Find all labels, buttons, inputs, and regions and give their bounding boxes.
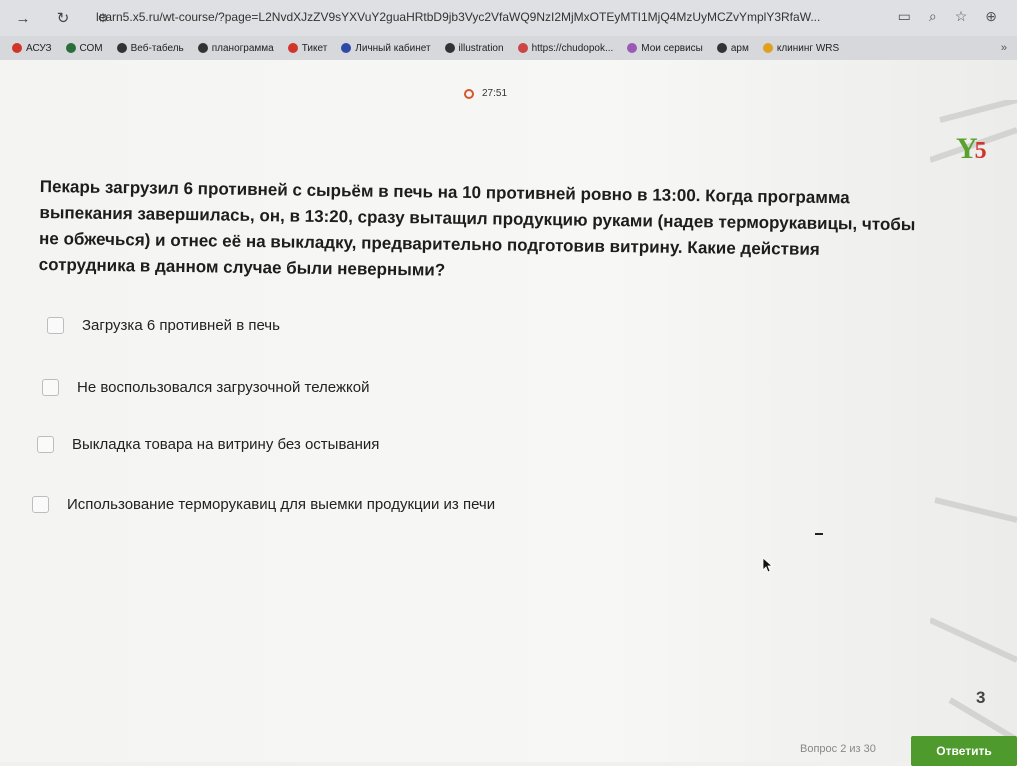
- timer-value: 27:51: [482, 88, 508, 99]
- bookmark-favicon-icon: [65, 43, 76, 53]
- bookmark-item[interactable]: Веб-табель: [116, 42, 184, 54]
- checkbox[interactable]: [32, 496, 49, 513]
- bookmark-favicon-icon: [197, 43, 208, 53]
- stray-mark: [815, 533, 823, 535]
- forward-icon[interactable]: →: [10, 5, 36, 31]
- bookmark-label: Мои сервисы: [641, 42, 703, 54]
- option-label: Использование терморукавиц для выемки пр…: [67, 496, 496, 513]
- question-progress: Вопрос 2 из 30: [800, 743, 876, 755]
- bookmark-favicon-icon: [116, 43, 127, 53]
- bookmark-item[interactable]: Тикет: [287, 42, 328, 54]
- answer-option-4[interactable]: Использование терморукавиц для выемки пр…: [32, 496, 495, 513]
- bookmark-label: СОМ: [79, 42, 103, 54]
- bookmark-item[interactable]: https://chudopok...: [517, 42, 614, 54]
- bookmark-item[interactable]: Мои сервисы: [627, 43, 703, 54]
- answer-option-1[interactable]: Загрузка 6 противней в печь: [47, 317, 280, 334]
- address-bar[interactable]: learn5.x5.ru/wt-course/?page=L2NvdXJzZV9…: [96, 10, 876, 24]
- bookmark-favicon-icon: [716, 43, 727, 53]
- answer-option-2[interactable]: Не воспользовался загрузочной тележкой: [42, 379, 369, 396]
- bookmark-label: АСУЗ: [26, 42, 52, 54]
- option-label: Выкладка товара на витрину без остывания: [72, 436, 380, 453]
- option-label: Не воспользовался загрузочной тележкой: [77, 379, 370, 396]
- bookmark-item[interactable]: клининг WRS: [762, 42, 840, 54]
- bookmark-label: illustration: [458, 42, 504, 54]
- bookmark-label: планограмма: [211, 42, 274, 54]
- browser-toolbar: → ↻ ⚙ learn5.x5.ru/wt-course/?page=L2Nvd…: [0, 0, 1017, 36]
- bookmark-item[interactable]: СОМ: [65, 42, 103, 54]
- bookmark-favicon-icon: [762, 43, 773, 53]
- bookmark-label: Личный кабинет: [355, 42, 431, 54]
- option-label: Загрузка 6 противней в печь: [82, 317, 280, 334]
- bookmark-item[interactable]: планограмма: [197, 42, 274, 54]
- bookmark-item[interactable]: Личный кабинет: [341, 42, 431, 54]
- page-number: 3: [976, 688, 986, 707]
- bookmarks-more-icon[interactable]: »: [1001, 42, 1007, 54]
- bookmark-favicon-icon: [12, 43, 22, 53]
- bookmark-label: клининг WRS: [776, 42, 840, 54]
- bookmark-favicon-icon: [287, 43, 298, 53]
- question-text: Пекарь загрузил 6 противней с сырьём в п…: [38, 176, 916, 280]
- star-icon[interactable]: ☆: [955, 8, 968, 25]
- bookmark-item[interactable]: illustration: [444, 42, 504, 54]
- bookmarks-bar: АСУЗ СОМ Веб-табель планограмма Тикет Личный …: [0, 36, 1017, 60]
- bookmark-favicon-icon: [444, 43, 455, 53]
- bookmark-favicon-icon: [341, 43, 352, 53]
- bookmark-label: Веб-табель: [130, 42, 184, 54]
- checkbox[interactable]: [37, 436, 54, 453]
- cast-icon[interactable]: ▭: [898, 8, 911, 25]
- bookmark-label: https://chudopok...: [531, 42, 614, 54]
- bookmark-label: Тикет: [301, 42, 328, 54]
- decorative-lines: [930, 100, 1017, 740]
- reload-icon[interactable]: ↻: [50, 5, 76, 31]
- answer-option-3[interactable]: Выкладка товара на витрину без остывания: [37, 436, 379, 453]
- bookmark-item[interactable]: арм: [716, 42, 749, 54]
- bookmark-item[interactable]: АСУЗ: [12, 43, 52, 54]
- bookmark-favicon-icon: [517, 43, 528, 53]
- quiz-page: 27:51 Y5 Пекарь загрузил 6 противней с с…: [0, 60, 1017, 766]
- timer-icon: [464, 88, 474, 99]
- zoom-icon[interactable]: ⌕: [929, 8, 937, 25]
- checkbox[interactable]: [47, 317, 64, 334]
- checkbox[interactable]: [42, 379, 59, 396]
- extensions-icon[interactable]: ⊕: [985, 8, 997, 25]
- mouse-cursor-icon: [762, 557, 774, 573]
- bookmark-favicon-icon: [627, 43, 638, 53]
- timer: 27:51: [464, 88, 507, 99]
- x5-logo: Y5: [956, 132, 987, 165]
- bookmark-label: арм: [730, 42, 749, 54]
